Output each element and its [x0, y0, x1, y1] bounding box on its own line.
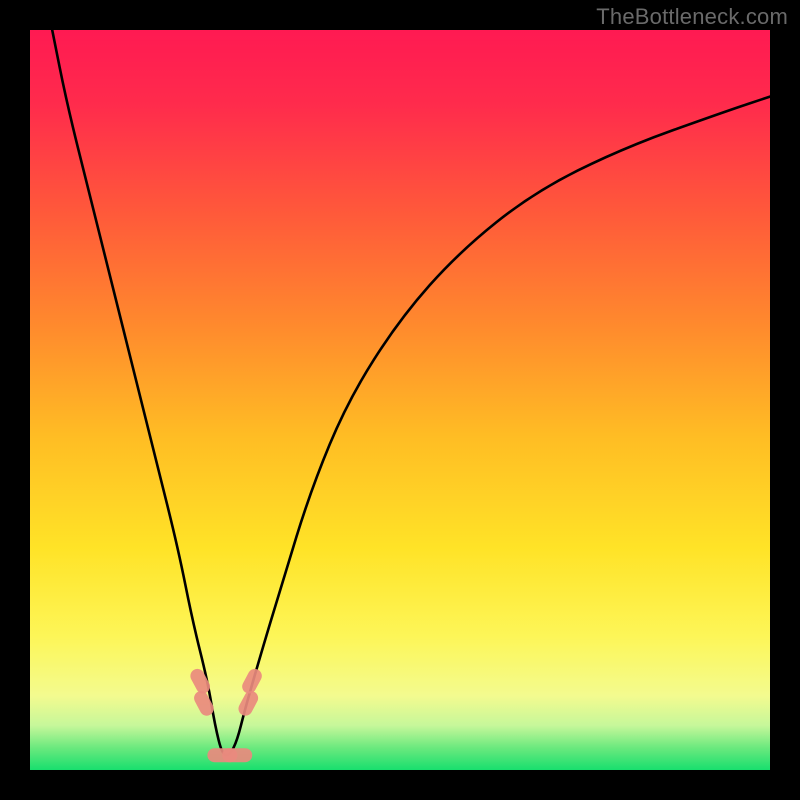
bottleneck-curve — [52, 30, 770, 755]
curve-layer — [30, 30, 770, 770]
plot-area — [30, 30, 770, 770]
marker-right-cluster — [240, 666, 265, 696]
marker-valley-floor — [222, 748, 252, 762]
curve-markers — [188, 666, 264, 762]
outer-frame: TheBottleneck.com — [0, 0, 800, 800]
watermark-text: TheBottleneck.com — [596, 4, 788, 30]
